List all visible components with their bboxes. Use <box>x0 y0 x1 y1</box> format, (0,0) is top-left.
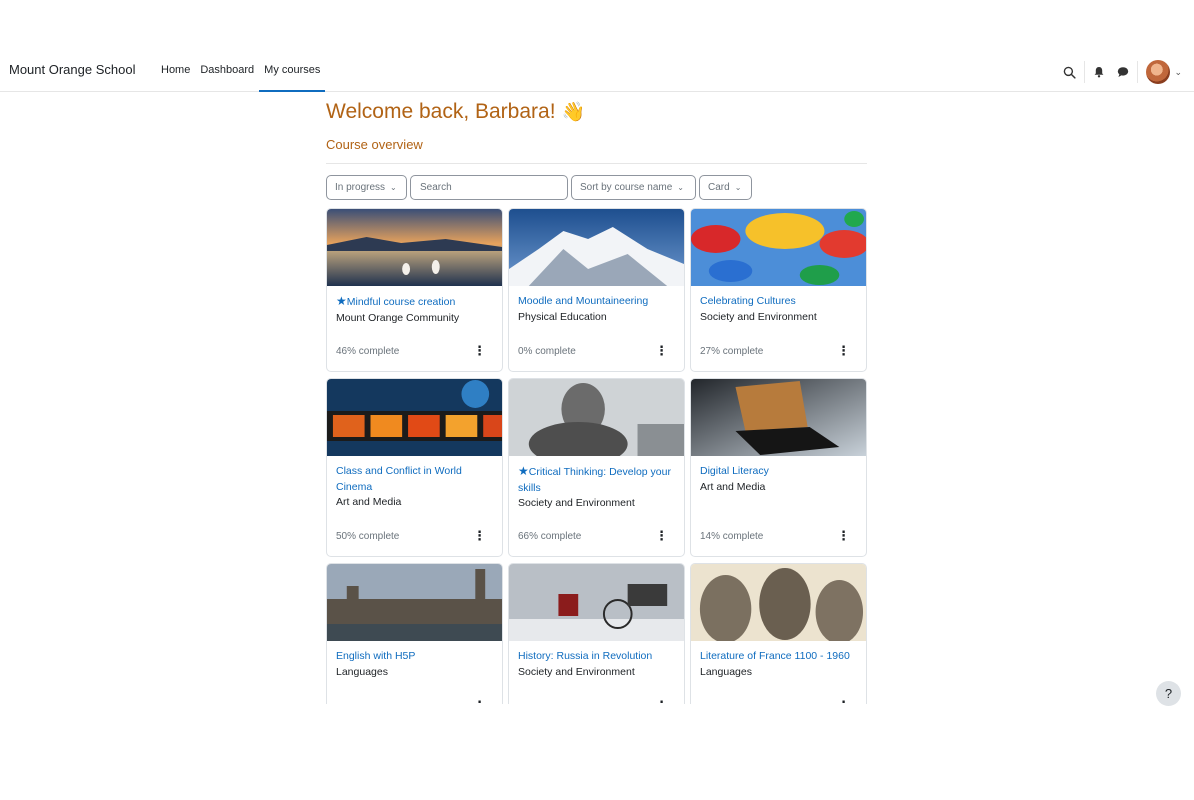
course-name-link[interactable]: Celebrating Cultures <box>700 294 857 310</box>
course-card-body: History: Russia in Revolution Society an… <box>509 641 684 680</box>
course-name-link[interactable]: Literature of France 1100 - 1960 <box>700 649 857 665</box>
navbar-divider <box>1084 61 1086 83</box>
more-options-icon[interactable]: ⋮ <box>837 344 850 357</box>
more-options-icon[interactable]: ⋮ <box>655 344 668 357</box>
help-button[interactable]: ? <box>1156 681 1181 706</box>
view-dropdown[interactable]: Card ⌄ <box>699 175 752 200</box>
more-options-icon[interactable]: ⋮ <box>473 529 486 542</box>
primary-navigation: Home Dashboard My courses <box>156 52 326 92</box>
welcome-text: Welcome back, Barbara! <box>326 100 556 123</box>
course-card[interactable]: Celebrating Cultures Society and Environ… <box>690 208 867 372</box>
chevron-down-icon[interactable]: ⌄ <box>1174 67 1182 78</box>
search-icon[interactable] <box>1063 66 1077 79</box>
course-name-link[interactable]: History: Russia in Revolution <box>518 649 675 665</box>
course-category: Languages <box>336 665 388 678</box>
course-name-link[interactable]: Digital Literacy <box>700 464 857 480</box>
course-progress: 50% complete <box>336 531 400 542</box>
course-card-body: ★Mindful course creation Mount Orange Co… <box>327 286 502 326</box>
course-image[interactable] <box>509 564 684 641</box>
course-name-link[interactable]: ★Critical Thinking: Develop your skills <box>518 464 675 496</box>
course-card-body: English with H5P Languages <box>327 641 502 680</box>
course-name-link[interactable]: ★Mindful course creation <box>336 294 493 311</box>
course-card[interactable]: ★Critical Thinking: Develop your skills … <box>508 378 685 557</box>
view-label: Card <box>708 182 730 193</box>
course-category: Art and Media <box>336 496 402 508</box>
nav-home[interactable]: Home <box>156 52 195 92</box>
filter-label: In progress <box>335 182 386 193</box>
course-image[interactable] <box>691 209 866 286</box>
more-options-icon[interactable]: ⋮ <box>473 699 486 704</box>
course-name-link[interactable]: Class and Conflict in World Cinema <box>336 464 493 495</box>
course-category: Languages <box>700 665 752 678</box>
course-image[interactable] <box>509 379 684 456</box>
course-card[interactable]: ★Mindful course creation Mount Orange Co… <box>326 208 503 372</box>
course-image[interactable] <box>327 379 502 456</box>
more-options-icon[interactable]: ⋮ <box>655 699 668 704</box>
course-image[interactable] <box>509 209 684 286</box>
course-image[interactable] <box>327 209 502 286</box>
course-card-body: Class and Conflict in World Cinema Art a… <box>327 456 502 510</box>
main-region: Welcome back, Barbara! 👋 Course overview … <box>326 96 867 704</box>
sort-dropdown[interactable]: Sort by course name ⌄ <box>571 175 696 200</box>
navbar-actions: ⌄ <box>1063 52 1182 92</box>
nav-dashboard[interactable]: Dashboard <box>195 52 259 92</box>
course-card[interactable]: Digital Literacy Art and Media 14% compl… <box>690 378 867 557</box>
chevron-down-icon: ⌄ <box>677 183 684 192</box>
course-card-grid: ★Mindful course creation Mount Orange Co… <box>326 208 867 704</box>
course-name-link[interactable]: English with H5P <box>336 649 493 665</box>
star-icon: ★ <box>518 464 529 478</box>
nav-my-courses[interactable]: My courses <box>259 52 326 92</box>
course-card-body: Digital Literacy Art and Media <box>691 456 866 495</box>
course-card-body: Literature of France 1100 - 1960 Languag… <box>691 641 866 680</box>
course-image[interactable] <box>327 564 502 641</box>
course-progress: 46% complete <box>336 346 400 357</box>
course-progress: 27% complete <box>700 346 764 357</box>
course-category: Society and Environment <box>518 665 635 678</box>
course-overview-controls: In progress ⌄ Sort by course name ⌄ Card ⌄ <box>326 175 867 200</box>
navbar-divider <box>1137 61 1139 83</box>
course-card[interactable]: History: Russia in Revolution Society an… <box>508 563 685 704</box>
page-title: Welcome back, Barbara! 👋 <box>326 100 867 124</box>
course-name-link[interactable]: Moodle and Mountaineering <box>518 294 675 310</box>
course-overview-heading: Course overview <box>326 137 423 152</box>
course-image[interactable] <box>691 564 866 641</box>
course-card-body: ★Critical Thinking: Develop your skills … <box>509 456 684 511</box>
course-card-body: Celebrating Cultures Society and Environ… <box>691 286 866 325</box>
sort-label: Sort by course name <box>580 182 673 193</box>
site-brand[interactable]: Mount Orange School <box>9 62 135 77</box>
chevron-down-icon: ⌄ <box>734 183 742 192</box>
course-category: Mount Orange Community <box>336 311 460 324</box>
more-options-icon[interactable]: ⋮ <box>837 699 850 704</box>
course-progress: 14% complete <box>700 531 764 542</box>
more-options-icon[interactable]: ⋮ <box>473 344 486 357</box>
bell-icon[interactable] <box>1093 66 1105 78</box>
course-category: Society and Environment <box>700 310 817 323</box>
course-card[interactable]: Moodle and Mountaineering Physical Educa… <box>508 208 685 372</box>
course-category: Physical Education <box>518 310 607 323</box>
course-category: Society and Environment <box>518 497 635 509</box>
more-options-icon[interactable]: ⋮ <box>837 529 850 542</box>
section-divider <box>326 163 867 164</box>
course-card[interactable]: Class and Conflict in World Cinema Art a… <box>326 378 503 557</box>
course-search-input[interactable] <box>410 175 568 200</box>
course-progress: 0% complete <box>518 346 576 357</box>
chat-bubble-icon[interactable] <box>1117 66 1129 78</box>
user-avatar[interactable] <box>1146 60 1171 84</box>
course-card[interactable]: English with H5P Languages ⋮ <box>326 563 503 704</box>
course-progress: 66% complete <box>518 531 582 542</box>
course-image[interactable] <box>691 379 866 456</box>
filter-dropdown[interactable]: In progress ⌄ <box>326 175 407 200</box>
course-card-body: Moodle and Mountaineering Physical Educa… <box>509 286 684 325</box>
waving-hand-icon: 👋 <box>561 102 586 123</box>
course-card[interactable]: Literature of France 1100 - 1960 Languag… <box>690 563 867 704</box>
chevron-down-icon: ⌄ <box>390 183 397 192</box>
star-icon: ★ <box>336 294 347 308</box>
more-options-icon[interactable]: ⋮ <box>655 529 668 542</box>
course-category: Art and Media <box>700 480 766 493</box>
top-navbar: Mount Orange School Home Dashboard My co… <box>0 52 1194 92</box>
